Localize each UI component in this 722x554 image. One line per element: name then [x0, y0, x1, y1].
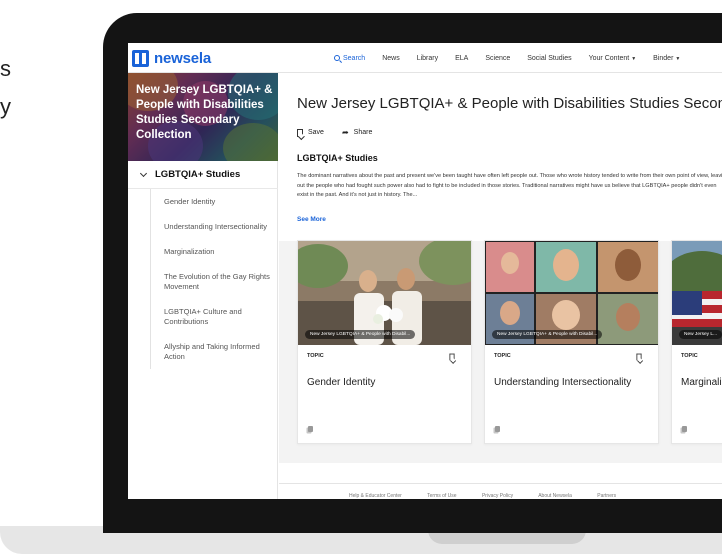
chevron-down-icon — [139, 169, 148, 177]
footer-link[interactable]: Privacy Policy — [482, 493, 513, 499]
nav-social-studies[interactable]: Social Studies — [527, 55, 571, 62]
nav-search[interactable]: Search — [334, 55, 365, 62]
card-image: New Jersey LGBTQIA+ & People with Disabi… — [485, 241, 658, 345]
footer-link[interactable]: Terms of Use — [427, 493, 456, 499]
topic-card-marginalization[interactable]: New Jersey L... TOPIC Marginalization — [671, 240, 722, 444]
sidebar-item-culture-contributions[interactable]: LGBTQIA+ Culture and Contributions — [151, 299, 277, 334]
newsela-logo-icon — [132, 49, 149, 67]
topic-card-gender-identity[interactable]: New Jersey LGBTQIA+ & People with Disabi… — [297, 240, 472, 444]
sidebar-item-allyship[interactable]: Allyship and Taking Informed Action — [151, 334, 277, 369]
collection-title: New Jersey LGBTQIA+ & People with Disabi… — [136, 84, 273, 141]
footer-link[interactable]: Partners — [597, 493, 616, 499]
image-caption: New Jersey L... — [679, 330, 722, 339]
laptop-screen: newsela Search News Library ELA Science … — [128, 43, 722, 499]
nav-your-content-label: Your Content — [588, 54, 630, 62]
share-button[interactable]: ➦ Share — [342, 128, 372, 137]
logo-text: newsela — [154, 49, 211, 67]
nav-science[interactable]: Science — [485, 55, 510, 62]
share-label: Share — [353, 129, 373, 136]
caret-down-icon: ▼ — [631, 55, 637, 62]
sidebar-section-label: LGBTQIA+ Studies — [155, 169, 241, 180]
search-icon — [334, 55, 340, 61]
see-more-link[interactable]: See More — [297, 216, 326, 223]
newsela-logo[interactable]: newsela — [132, 49, 211, 67]
marketing-stage: s y newsela Search News Library ELA Scie… — [0, 0, 722, 554]
document-icon — [682, 426, 687, 432]
nav-binder[interactable]: Binder ▼ — [653, 55, 680, 62]
sidebar-section-lgbtqia[interactable]: LGBTQIA+ Studies — [128, 161, 278, 189]
sidebar-item-understanding-intersectionality[interactable]: Understanding Intersectionality — [151, 214, 277, 239]
nav-binder-label: Binder — [653, 54, 674, 62]
image-caption: New Jersey LGBTQIA+ & People with Disabi… — [305, 330, 416, 339]
bookmark-icon[interactable] — [449, 353, 455, 361]
main-content: New Jersey LGBTQIA+ & People with Disabi… — [279, 73, 722, 499]
document-icon — [308, 426, 313, 432]
nav-ela[interactable]: ELA — [455, 55, 468, 62]
section-description: The dominant narratives about the past a… — [297, 173, 722, 198]
nav-search-label: Search — [343, 54, 366, 62]
bookmark-icon[interactable] — [636, 353, 642, 361]
top-navigation: newsela Search News Library ELA Science … — [128, 43, 722, 73]
sidebar-item-marginalization[interactable]: Marginalization — [151, 239, 277, 264]
share-arrow-icon: ➦ — [341, 128, 349, 137]
caret-down-icon: ▼ — [675, 55, 681, 62]
collection-hero-image: New Jersey LGBTQIA+ & People with Disabi… — [128, 73, 278, 161]
topic-card-understanding-intersectionality[interactable]: New Jersey LGBTQIA+ & People with Disabi… — [484, 240, 659, 444]
nav-your-content[interactable]: Your Content ▼ — [589, 55, 637, 62]
cropped-letter: s — [0, 56, 11, 81]
card-image: New Jersey L... — [672, 241, 722, 345]
cropped-headline: s y — [0, 50, 11, 126]
card-image: New Jersey LGBTQIA+ & People with Disabi… — [298, 241, 471, 345]
section-heading: LGBTQIA+ Studies — [297, 153, 378, 163]
footer-link[interactable]: Help & Educator Center — [349, 493, 402, 499]
sidebar-item-gay-rights-movement[interactable]: The Evolution of the Gay Rights Movement — [151, 264, 277, 299]
card-topic-label: TOPIC — [494, 353, 511, 359]
bookmark-icon — [297, 128, 303, 137]
footer-link[interactable]: About Newsela — [538, 493, 572, 499]
save-label: Save — [308, 129, 324, 136]
page-title: New Jersey LGBTQIA+ & People with Disabi… — [297, 95, 722, 112]
card-topic-label: TOPIC — [307, 353, 324, 359]
card-title: Understanding Intersectionality — [494, 377, 632, 388]
nav-news[interactable]: News — [382, 55, 400, 62]
cropped-letter: y — [0, 94, 11, 119]
sidebar-topic-list: Gender Identity Understanding Intersecti… — [150, 189, 277, 369]
page-footer: Help & Educator Center Terms of Use Priv… — [279, 483, 722, 499]
card-title: Marginalization — [681, 377, 722, 388]
save-button[interactable]: Save — [297, 128, 324, 137]
nav-links: Search News Library ELA Science Social S… — [334, 43, 697, 73]
sidebar-item-gender-identity[interactable]: Gender Identity — [151, 189, 277, 214]
card-title: Gender Identity — [307, 377, 376, 388]
footer-links: Help & Educator Center Terms of Use Priv… — [349, 493, 640, 499]
card-topic-label: TOPIC — [681, 353, 698, 359]
collection-sidebar: New Jersey LGBTQIA+ & People with Disabi… — [128, 73, 278, 499]
document-icon — [495, 426, 500, 432]
page-actions: Save ➦ Share — [297, 128, 390, 137]
image-caption: New Jersey LGBTQIA+ & People with Disabi… — [492, 330, 603, 339]
nav-library[interactable]: Library — [417, 55, 438, 62]
